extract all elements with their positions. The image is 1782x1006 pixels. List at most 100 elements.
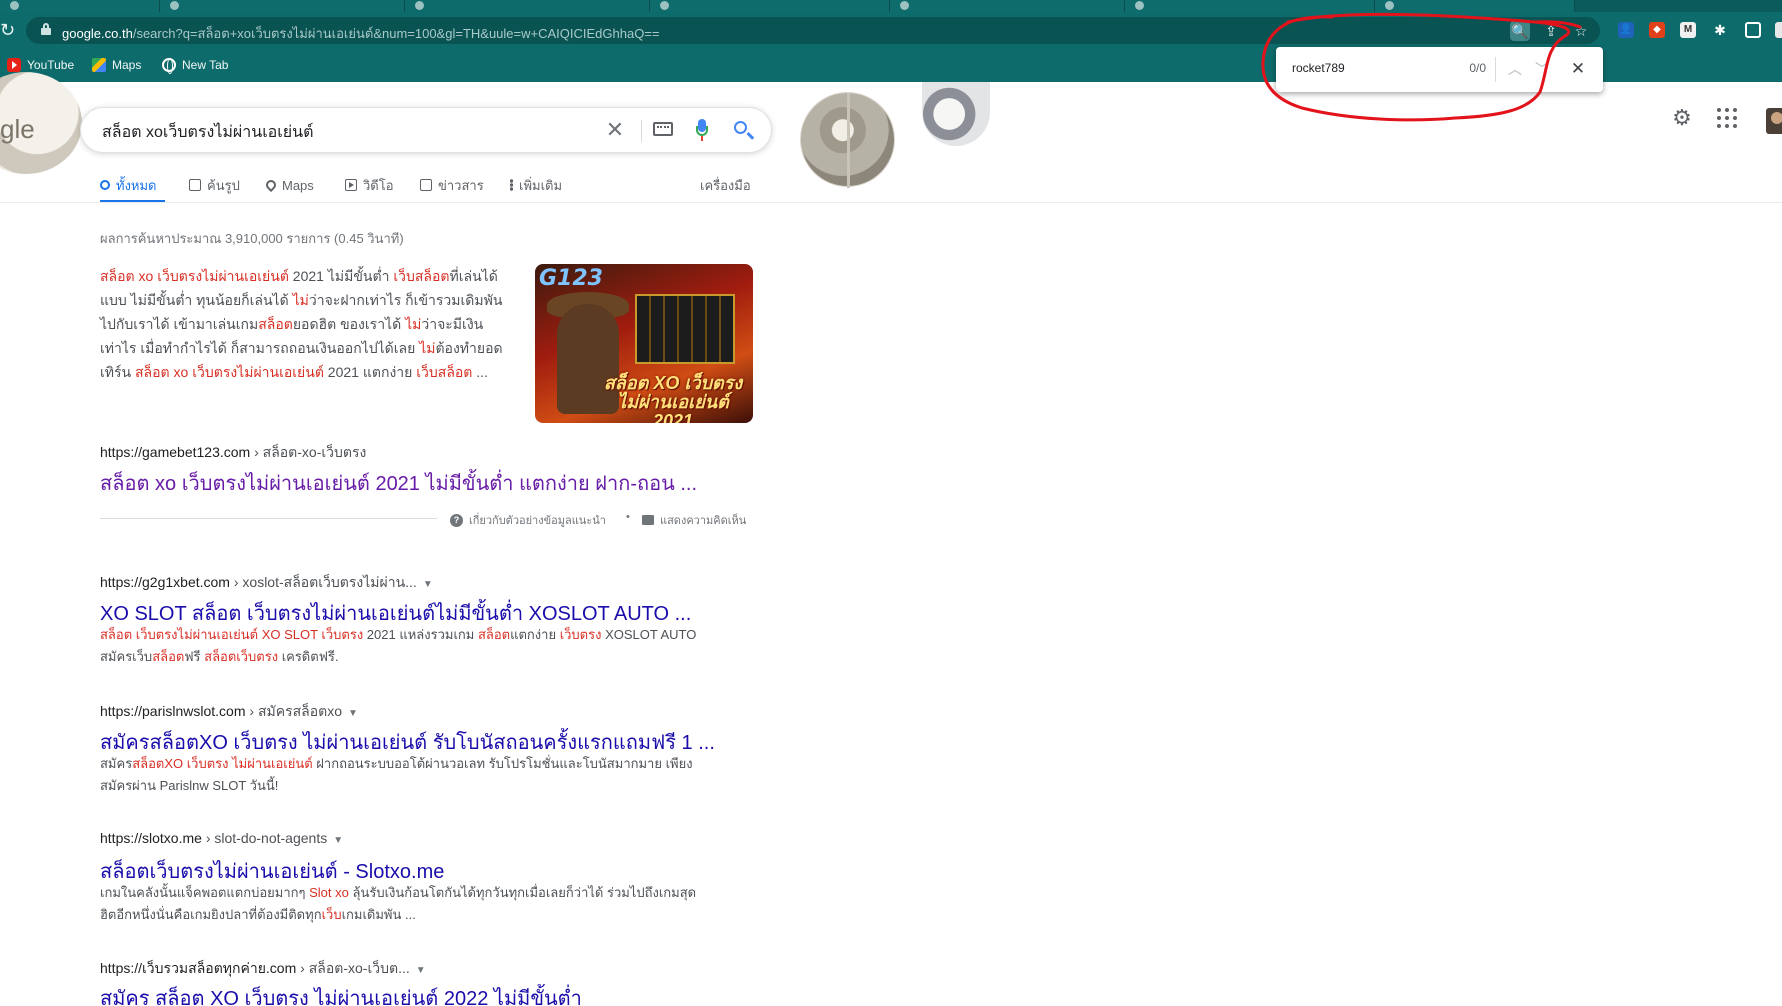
browser-tab[interactable] — [160, 0, 405, 12]
result-description: สล็อต เว็บตรงไม่ผ่านเอเย่นต์ XO SLOT เว็… — [100, 624, 712, 668]
cite-host: https://gamebet123.com — [100, 444, 251, 460]
microphone-icon[interactable] — [696, 119, 708, 143]
result-cite[interactable]: https://gamebet123.com › สล็อต-xo-เว็บตร… — [100, 442, 366, 464]
tab-favicon-icon — [900, 1, 909, 10]
thumb-title: สล็อต XO เว็บตรงไม่ผ่านเอเย่นต์ 2021 — [603, 373, 743, 424]
highlighted-term: สล็อตXO เว็บตรง ไม่ผ่านเอเย่นต์ — [132, 756, 313, 771]
bookmark-new-tab[interactable]: New Tab — [162, 56, 228, 74]
browser-tab[interactable] — [890, 0, 1125, 12]
youtube-icon — [7, 58, 21, 72]
tab-favicon-icon — [1385, 1, 1394, 10]
bookmark-youtube[interactable]: YouTube — [7, 56, 74, 74]
highlighted-term: สล็อต — [258, 316, 293, 332]
browser-tab-active[interactable] — [405, 0, 650, 12]
tab-maps[interactable]: Maps — [263, 174, 314, 196]
cite-host: https://g2g1xbet.com — [100, 574, 230, 590]
chevron-down-icon[interactable]: ▼ — [423, 579, 433, 590]
tools-button[interactable]: เครื่องมือ — [700, 174, 751, 196]
profile-icon[interactable]: · — [1775, 22, 1782, 38]
tab-images[interactable]: ค้นรูป — [189, 174, 240, 196]
bookmark-star-icon[interactable]: ☆ — [1571, 21, 1591, 41]
address-bar[interactable]: google.co.th/search?q=สล็อต+xoเว็บตรงไม่… — [26, 17, 1600, 44]
find-divider — [1495, 57, 1496, 82]
doodle-orb-image[interactable] — [800, 92, 895, 188]
snippet-text-run: ... — [472, 364, 488, 380]
tab-label: ค้นรูป — [207, 177, 240, 193]
highlighted-term: สล็อต — [152, 649, 185, 664]
tab-label: ข่าวสาร — [438, 177, 484, 193]
find-close-icon[interactable]: ✕ — [1567, 58, 1589, 80]
extensions-puzzle-icon[interactable]: ✱ — [1712, 22, 1728, 38]
bookmark-maps[interactable]: Maps — [92, 56, 141, 74]
cite-path: › สมัครสล็อตxo — [245, 703, 343, 719]
highlighted-term: สล็อต เว็บตรงไม่ผ่านเอเย่นต์ XO SLOT เว็… — [100, 627, 364, 642]
chevron-down-icon[interactable]: ▼ — [333, 835, 343, 846]
chevron-down-icon[interactable]: ▼ — [416, 965, 426, 976]
result-cite[interactable]: https://slotxo.me › slot-do-not-agents ▼ — [100, 830, 343, 846]
highlighted-term: เว็บตรง — [559, 627, 602, 642]
snippet-text-run: 2021 แหล่งรวมเกม — [363, 627, 478, 642]
maps-icon — [92, 58, 106, 72]
bookmark-label: Maps — [112, 58, 142, 72]
highlighted-term: สล็อตเว็บตรง — [204, 649, 279, 664]
find-in-page-bar: 0/0 ︿ ﹀ ✕ — [1276, 47, 1603, 92]
tab-news[interactable]: ข่าวสาร — [420, 174, 484, 196]
tab-label: เพิ่มเติม — [519, 177, 563, 193]
thumb-slot-screen — [635, 294, 735, 364]
tab-videos[interactable]: วิดีโอ — [345, 174, 394, 196]
result-title-link[interactable]: สมัคร สล็อต XO เว็บตรง ไม่ผ่านเอเย่นต์ 2… — [100, 982, 582, 1006]
side-panel-icon[interactable] — [1745, 22, 1761, 38]
browser-tab[interactable] — [650, 0, 890, 12]
keyboard-icon[interactable] — [653, 122, 673, 136]
highlighted-term: สล็อต xo เว็บตรงไม่ผ่านเอเย่นต์ — [135, 364, 324, 380]
find-next-chevron-down-icon[interactable]: ﹀ — [1531, 58, 1553, 80]
cite-path: › สล็อต-xo-เว็บต... — [296, 960, 410, 976]
snippet-text-run: สมัคร — [100, 756, 133, 771]
extension-person-icon[interactable]: 👤 — [1618, 22, 1634, 38]
search-divider — [641, 120, 642, 142]
browser-tab[interactable] — [1125, 0, 1375, 12]
find-input[interactable] — [1292, 61, 1442, 75]
extension-tag-icon[interactable]: ◆ — [1649, 22, 1665, 38]
chevron-down-icon[interactable]: ▼ — [348, 708, 358, 719]
doodle-orb-image-small[interactable] — [922, 82, 990, 146]
result-cite[interactable]: https://g2g1xbet.com › xoslot-สล็อตเว็บต… — [100, 572, 433, 594]
reload-icon[interactable]: ↻ — [0, 20, 16, 40]
account-avatar[interactable] — [1766, 108, 1782, 134]
settings-gear-icon[interactable]: ⚙ — [1671, 107, 1693, 129]
result-stats: ผลการค้นหาประมาณ 3,910,000 รายการ (0.45 … — [100, 231, 404, 246]
tab-more[interactable]: เพิ่มเติม — [510, 174, 562, 196]
news-icon — [420, 179, 432, 191]
feedback-icon — [642, 515, 654, 525]
search-icon[interactable] — [732, 119, 756, 143]
result-cite[interactable]: https://เว็บรวมสล็อตทุกค่าย.com › สล็อต-… — [100, 958, 426, 980]
result-cite[interactable]: https://parislnwslot.com › สมัครสล็อตxo ▼ — [100, 701, 358, 723]
search-box[interactable]: สล็อต xoเว็บตรงไม่ผ่านเอเย่นต์ ✕ — [80, 107, 772, 153]
about-snippet-link[interactable]: ? เกี่ยวกับตัวอย่างข้อมูลแนะนำ — [450, 511, 606, 529]
highlighted-term: ไม่ — [292, 292, 309, 308]
extension-m-icon[interactable]: M — [1680, 22, 1696, 38]
feedback-link[interactable]: แสดงความคิดเห็น — [642, 511, 746, 529]
url-text[interactable]: google.co.th/search?q=สล็อต+xoเว็บตรงไม่… — [62, 23, 659, 44]
globe-icon — [162, 58, 176, 74]
lock-icon[interactable] — [41, 23, 51, 36]
google-logo-text: gle — [0, 114, 35, 144]
search-input[interactable]: สล็อต xoเว็บตรงไม่ผ่านเอเย่นต์ — [102, 120, 313, 145]
find-previous-chevron-up-icon[interactable]: ︿ — [1504, 58, 1526, 80]
find-in-page-icon[interactable]: 🔍 — [1510, 21, 1530, 41]
tab-all[interactable]: ทั้งหมด — [100, 174, 157, 196]
clear-icon[interactable]: ✕ — [601, 116, 629, 144]
thumb-brand-logo: G123 — [539, 266, 603, 291]
featured-snippet-image[interactable]: G123 สล็อต XO เว็บตรงไม่ผ่านเอเย่นต์ 202… — [535, 264, 753, 423]
cite-host: https://เว็บรวมสล็อตทุกค่าย.com — [100, 960, 297, 976]
video-icon — [345, 179, 357, 191]
tab-favicon-icon — [1135, 1, 1144, 10]
snippet-text-run: 2021 แตกง่าย — [323, 364, 417, 380]
share-icon[interactable]: ⇪ — [1541, 21, 1561, 41]
google-apps-icon[interactable] — [1717, 108, 1737, 128]
browser-window: { "browser": { "url_host": "google.co.th… — [0, 0, 1782, 1006]
browser-tab[interactable] — [0, 0, 160, 12]
result-title-link[interactable]: สล็อต xo เว็บตรงไม่ผ่านเอเย่นต์ 2021 ไม่… — [100, 467, 697, 499]
browser-tab[interactable] — [1375, 0, 1575, 12]
result-description: สมัครสล็อตXO เว็บตรง ไม่ผ่านเอเย่นต์ ฝาก… — [100, 753, 712, 797]
